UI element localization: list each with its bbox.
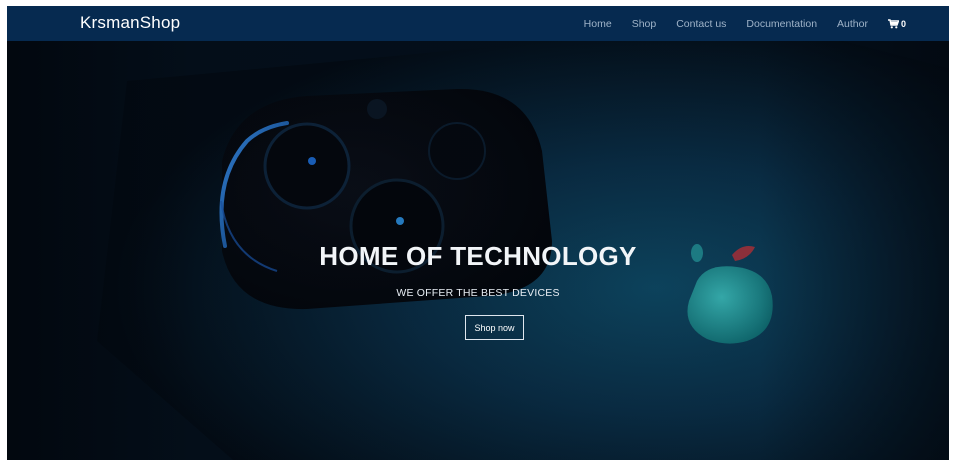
nav-link-shop[interactable]: Shop bbox=[632, 18, 657, 30]
hero-title: HOME OF TECHNOLOGY bbox=[319, 241, 637, 271]
page-frame: KrsmanShop Home Shop Contact us Document… bbox=[7, 6, 949, 460]
nav-link-contact[interactable]: Contact us bbox=[676, 18, 726, 30]
hero-subtitle: WE OFFER THE BEST DEVICES bbox=[396, 287, 560, 299]
nav-links: Home Shop Contact us Documentation Autho… bbox=[584, 6, 949, 41]
navbar: KrsmanShop Home Shop Contact us Document… bbox=[7, 6, 949, 41]
nav-link-home[interactable]: Home bbox=[584, 18, 612, 30]
hero-section: HOME OF TECHNOLOGY WE OFFER THE BEST DEV… bbox=[7, 41, 949, 460]
brand-logo[interactable]: KrsmanShop bbox=[80, 13, 180, 33]
nav-link-documentation[interactable]: Documentation bbox=[746, 18, 817, 30]
shop-now-button[interactable]: Shop now bbox=[465, 315, 524, 340]
cart-count: 0 bbox=[900, 18, 906, 29]
hero-content: HOME OF TECHNOLOGY WE OFFER THE BEST DEV… bbox=[7, 41, 949, 460]
nav-link-author[interactable]: Author bbox=[837, 18, 868, 30]
cart-link[interactable]: 0 bbox=[887, 18, 906, 29]
cart-icon bbox=[887, 18, 899, 28]
